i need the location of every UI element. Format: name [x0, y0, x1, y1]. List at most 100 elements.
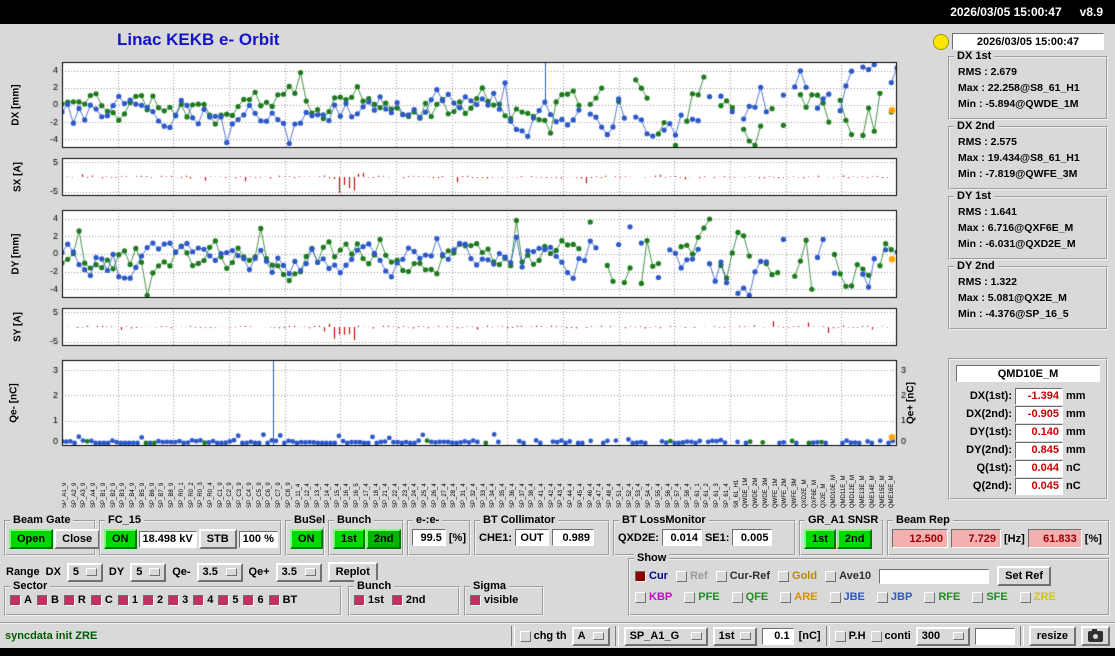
ph-checkbox[interactable]: [834, 630, 846, 642]
checkbox[interactable]: [972, 591, 984, 603]
checkbox[interactable]: [90, 594, 102, 606]
bunch-select-dropdown[interactable]: 1st: [712, 626, 757, 646]
checkbox[interactable]: [635, 591, 646, 603]
checkbox[interactable]: [780, 591, 792, 603]
gr-a1-snsr-group: GR_A1 SNSR 1st 2nd: [799, 514, 884, 556]
checkbox[interactable]: [391, 594, 403, 606]
checkbox-item-4[interactable]: 4: [193, 594, 213, 606]
conti-checkbox-item[interactable]: conti: [870, 630, 911, 642]
checkbox[interactable]: [825, 570, 837, 582]
checkbox[interactable]: [924, 591, 936, 603]
monitor-row: DX(1st): -1.394 mm: [952, 387, 1104, 405]
checkbox-label: R: [77, 594, 86, 606]
checkbox-label: 4: [207, 594, 214, 606]
checkbox-item-5[interactable]: 5: [218, 594, 238, 606]
fc15-on-button[interactable]: ON: [104, 529, 137, 549]
checkbox[interactable]: [354, 594, 365, 606]
checkbox[interactable]: [778, 570, 790, 582]
chg-th-checkbox[interactable]: [519, 630, 531, 642]
ph-checkbox-item[interactable]: P.H: [834, 630, 866, 642]
checkbox[interactable]: [684, 591, 696, 603]
beam-gate-open-button[interactable]: Open: [9, 529, 54, 549]
checkbox-label: PFE: [698, 591, 720, 603]
checkbox-item-zre[interactable]: ZRE: [1019, 591, 1056, 603]
range-dy-dropdown[interactable]: 5: [130, 562, 167, 582]
checkbox-item-2[interactable]: 2: [142, 594, 163, 606]
checkbox-label: 5: [232, 594, 239, 606]
snsr-1st-button[interactable]: 1st: [804, 529, 836, 549]
checkbox[interactable]: [731, 591, 743, 603]
checkbox-item-sfe[interactable]: SFE: [972, 591, 1008, 603]
bpm-label: SP_C1_9: [217, 482, 224, 508]
busel-on-button[interactable]: ON: [290, 529, 323, 549]
rate-dropdown[interactable]: 300: [915, 626, 970, 646]
checkbox-item-rfe[interactable]: RFE: [924, 591, 960, 603]
checkbox[interactable]: [168, 594, 180, 606]
snsr-2nd-button[interactable]: 2nd: [836, 529, 873, 549]
bunch-1st-button[interactable]: 1st: [333, 529, 365, 549]
screenshot-button[interactable]: [1081, 626, 1110, 646]
separator: [825, 626, 830, 646]
checkbox[interactable]: [715, 570, 727, 582]
bpm-label: SP_55_4: [655, 483, 662, 508]
checkbox-item-qfe[interactable]: QFE: [731, 591, 768, 603]
checkbox[interactable]: [36, 594, 48, 606]
checkbox-item-are[interactable]: ARE: [780, 591, 818, 603]
checkbox-item-cur-ref[interactable]: Cur-Ref: [715, 570, 770, 582]
checkbox[interactable]: [117, 594, 129, 606]
range-dx-dropdown[interactable]: 5: [66, 562, 103, 582]
checkbox[interactable]: [268, 594, 280, 606]
bpm-label: SP_45_4: [577, 483, 584, 508]
checkbox-item-ref[interactable]: Ref: [675, 570, 708, 582]
set-ref-button[interactable]: Set Ref: [997, 566, 1052, 586]
checkbox[interactable]: [1019, 591, 1031, 603]
sector-a-dropdown[interactable]: A: [571, 626, 610, 646]
range-qem-dropdown[interactable]: 3.5: [196, 562, 243, 582]
checkbox[interactable]: [829, 591, 841, 603]
checkbox-item-jbp[interactable]: JBP: [876, 591, 912, 603]
monitor-row-label: Q(2nd):: [972, 480, 1012, 492]
range-qep-dropdown[interactable]: 3.5: [275, 562, 322, 582]
resize-button[interactable]: resize: [1028, 626, 1076, 646]
checkbox[interactable]: [63, 594, 75, 606]
threshold-entry[interactable]: 0.1: [761, 627, 794, 645]
conti-checkbox[interactable]: [870, 630, 882, 642]
checkbox-item-cur[interactable]: Cur: [635, 570, 668, 582]
beam-gate-close-button[interactable]: Close: [54, 529, 101, 549]
checkbox-item-pfe[interactable]: PFE: [684, 591, 720, 603]
checkbox-item-jbe[interactable]: JBE: [829, 591, 865, 603]
checkbox-item-c[interactable]: C: [90, 594, 113, 606]
checkbox-item-1st[interactable]: 1st: [354, 594, 384, 606]
checkbox-item-ave10[interactable]: Ave10: [825, 570, 871, 582]
checkbox[interactable]: [142, 594, 154, 606]
checkbox[interactable]: [675, 570, 687, 582]
ref-name-entry[interactable]: [879, 568, 990, 584]
bunch-2nd-button[interactable]: 2nd: [365, 529, 402, 549]
replot-button[interactable]: Replot: [327, 562, 378, 582]
checkbox-item-1[interactable]: 1: [117, 594, 138, 606]
checkbox-item-3[interactable]: 3: [168, 594, 188, 606]
checkbox[interactable]: [10, 594, 21, 606]
checkbox-item-a[interactable]: A: [10, 594, 32, 606]
bpm-select-dropdown[interactable]: SP_A1_G: [623, 626, 708, 646]
checkbox-item-visible[interactable]: visible: [470, 594, 518, 606]
checkbox-item-2nd[interactable]: 2nd: [391, 594, 425, 606]
checkbox[interactable]: [218, 594, 230, 606]
checkbox-item-b[interactable]: B: [36, 594, 59, 606]
bpm-label: SP_B6_9: [149, 482, 156, 508]
checkbox[interactable]: [243, 594, 255, 606]
checkbox-item-bt[interactable]: BT: [268, 594, 297, 606]
checkbox[interactable]: [470, 594, 481, 606]
checkbox-item-kbp[interactable]: KBP: [635, 591, 672, 603]
checkbox[interactable]: [876, 591, 888, 603]
checkbox-item-r[interactable]: R: [63, 594, 86, 606]
checkbox-item-gold[interactable]: Gold: [778, 570, 817, 582]
aux-entry[interactable]: [974, 627, 1015, 645]
checkbox[interactable]: [635, 570, 646, 582]
checkbox-item-6[interactable]: 6: [243, 594, 264, 606]
fc15-stb-button[interactable]: STB: [198, 529, 237, 549]
beam-rep-value-2: 7.729: [951, 529, 1001, 548]
chg-th-checkbox-item[interactable]: chg th: [519, 630, 567, 642]
che1-status-value: OUT: [515, 529, 550, 546]
checkbox[interactable]: [193, 594, 205, 606]
